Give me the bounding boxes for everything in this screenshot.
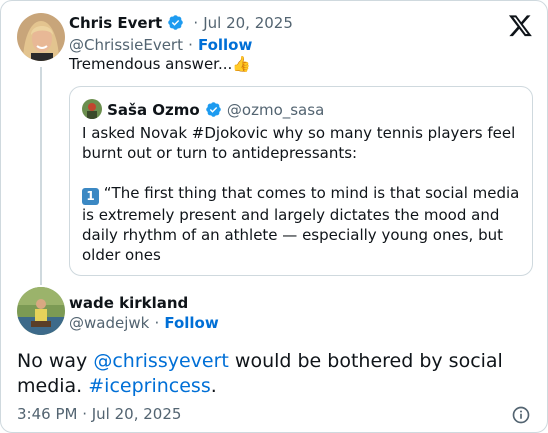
quote-line-2: 1 “The first thing that comes to mind is… [82,183,527,265]
reply-text-start: No way [17,350,94,372]
wade-kirkland-avatar[interactable] [17,287,65,335]
parent-text: Tremendous answer... [69,55,233,73]
tweet-date[interactable]: Jul 20, 2025 [203,14,293,32]
info-icon[interactable] [511,405,531,425]
parent-header: Chris Evert · Jul 20, 2025 [69,14,293,32]
author-handle[interactable]: @ChrissieEvert [69,36,183,54]
thumbs-up-emoji: 👍 [232,55,251,73]
reply-timestamp[interactable]: 3:46 PM · Jul 20, 2025 [17,405,181,423]
x-logo-icon[interactable] [508,13,533,38]
quote-line-1: I asked Novak #Djokovic why so many tenn… [82,124,516,162]
follow-button[interactable]: Follow [198,36,252,54]
thread-connector-line [40,67,42,285]
embedded-tweet-card: Chris Evert · Jul 20, 2025 @ChrissieEver… [0,0,548,433]
reply-author-handle[interactable]: @wadejwk [69,314,149,332]
verified-badge-icon [168,15,184,30]
quote-body: I asked Novak #Djokovic why so many tenn… [82,123,527,265]
reply-handle-row: @wadejwk · Follow [69,314,219,332]
reply-text-end: . [210,375,217,397]
quote-author-handle: @ozmo_sasa [226,101,325,119]
chris-evert-avatar[interactable] [17,13,65,61]
mention-link[interactable]: @chrissyevert [93,350,229,372]
hashtag-link[interactable]: #iceprincess [88,375,210,397]
quote-line-2-text: “The first thing that comes to mind is t… [82,184,520,264]
keycap-one-emoji: 1 [82,188,99,205]
reply-tweet-text: No way @chrissyevert would be bothered b… [17,349,537,399]
quote-header: Saša Ozmo @ozmo_sasa [82,99,324,119]
parent-handle-row: @ChrissieEvert · Follow [69,36,253,54]
author-name[interactable]: Chris Evert [69,14,162,32]
parent-tweet-text: Tremendous answer...👍 [69,55,251,73]
quote-author-name: Saša Ozmo [107,101,200,119]
sasa-ozmo-avatar [82,99,102,119]
reply-follow-button[interactable]: Follow [164,314,218,332]
quoted-tweet[interactable]: Saša Ozmo @ozmo_sasa I asked Novak #Djok… [69,86,533,276]
reply-header: wade kirkland [69,293,188,312]
verified-badge-icon [206,102,221,117]
reply-author-name[interactable]: wade kirkland [69,294,188,312]
